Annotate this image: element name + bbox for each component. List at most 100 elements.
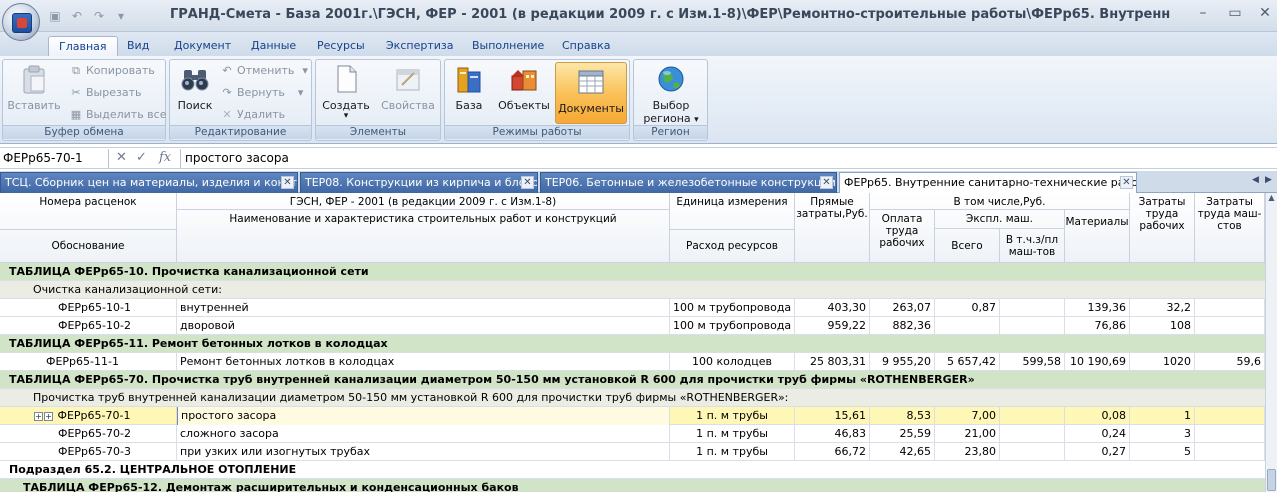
table-row[interactable]: ТАБЛИЦА ФЕРр65-10. Прочистка канализацио… [0,263,1265,281]
expand-icon[interactable]: + [34,412,43,421]
function-icon[interactable]: fx [159,150,171,165]
group-region: Выбор региона ▾ Регион [633,59,708,141]
tab-home[interactable]: Главная [48,36,118,56]
header-name[interactable]: Наименование и характеристика строительн… [177,210,670,263]
table-row[interactable]: ТАБЛИЦА ФЕРр65-11. Ремонт бетонных лотко… [0,335,1265,353]
doc-tab-ter08[interactable]: ТЕР08. Конструкции из кирпича и блоков ✕ [300,172,538,193]
table-row[interactable]: Подраздел 65.2. ЦЕНТРАЛЬНОЕ ОТОПЛЕНИЕ [0,461,1265,479]
table-row[interactable]: ФЕРр65-10-2 дворовой 100 м трубопровода … [0,317,1265,335]
minimize-icon[interactable]: – [1192,5,1214,21]
cancel-icon[interactable]: ✕ [116,150,127,165]
header-resource-use[interactable]: Расход ресурсов [670,230,795,263]
table-row[interactable]: ТАБЛИЦА ФЕРр65-70. Прочистка труб внутре… [0,371,1265,389]
cut-button[interactable]: ✂ Вырезать [69,84,141,102]
header-labor-workers[interactable]: Затраты труда рабочих [1130,193,1195,263]
doc-tab-ter06[interactable]: ТЕР06. Бетонные и железобетонные констру… [540,172,837,193]
chevron-down-icon: ▾ [297,86,304,99]
table-row[interactable]: Прочистка труб внутренней канализации ди… [0,389,1265,407]
ribbon-tabs: Главная Вид Документ Данные Ресурсы Эксп… [0,32,1277,56]
scroll-thumb[interactable] [1267,469,1276,491]
header-total[interactable]: Всего [935,229,1000,263]
properties-button[interactable]: Свойства [378,63,438,112]
base-button[interactable]: База [449,63,489,112]
chevron-down-icon: ▾ [343,111,349,121]
group-label-region: Регион [634,125,707,139]
maximize-icon[interactable]: ▭ [1224,5,1246,21]
delete-button[interactable]: ✕ Удалить [220,106,285,124]
group-elements: Создать ▾ Свойства Элементы [315,59,441,141]
header-basis[interactable]: Обоснование [0,230,177,263]
close-tab-icon[interactable]: ✕ [1120,176,1133,189]
group-editing: Поиск ↶ Отменить ▾ ↷ Вернуть ▾ ✕ Удалить Реда… [169,59,312,141]
select-region-button[interactable]: Выбор региона ▾ [638,63,704,127]
redo-button[interactable]: ↷ Вернуть ▾ [220,84,303,102]
table-row[interactable]: Очистка канализационной сети: [0,281,1265,299]
tab-resources[interactable]: Ресурсы [307,36,375,56]
table-row[interactable]: ТАБЛИЦА ФЕРр65-12. Демонтаж расширительн… [0,479,1265,492]
title-bar: ▣ ↶ ↷ ▾ ГРАНД-Смета - База 2001г.\ГЭСН, … [0,0,1277,32]
close-tab-icon[interactable]: ✕ [521,176,534,189]
paste-button[interactable]: Вставить [7,63,61,112]
header-incl-machinists[interactable]: В т.ч.з/пл маш-тов [1000,229,1065,263]
group-label-editing: Редактирование [170,125,311,139]
copy-icon: ⧉ [72,64,80,77]
header-labor-pay[interactable]: Оплата труда рабочих [870,210,935,263]
confirm-icon[interactable]: ✓ [136,150,147,165]
table-row[interactable]: ФЕРр65-11-1 Ремонт бетонных лотков в кол… [0,353,1265,371]
app-logo-icon[interactable] [2,3,40,41]
rates-grid: ТАБЛИЦА ФЕРр65-10. Прочистка канализацио… [0,263,1277,492]
tab-scroll-right-icon[interactable]: ▶ [1265,175,1272,185]
save-icon[interactable]: ▣ [46,8,64,24]
create-button[interactable]: Создать ▾ [320,63,372,121]
table-row[interactable]: ФЕРр65-70-2 сложного засора 1 п. м трубы… [0,425,1265,443]
table-row-selected[interactable]: + + ФЕРр65-70-1 простого засора 1 п. м тр… [0,407,1265,425]
select-all-button[interactable]: ▦ Выделить все [69,106,167,124]
header-rate-numbers[interactable]: Номера расценок [0,193,177,230]
group-modes: База Объекты Документы Режимы работы [444,59,630,141]
vertical-scrollbar[interactable]: ▲ [1265,193,1277,492]
qat-dropdown-icon[interactable]: ▾ [112,8,130,24]
redo-icon[interactable]: ↷ [90,8,108,24]
chevron-down-icon: ▾ [302,64,308,77]
copy-button[interactable]: ⧉ Копировать [69,62,155,80]
doc-tab-tsc[interactable]: ТСЦ. Сборник цен на материалы, изделия и… [0,172,298,193]
doc-tab-ferr65[interactable]: ФЕРр65. Внутренние санитарно-технические… [839,172,1137,193]
table-row[interactable]: ФЕРр65-10-1 внутренней 100 м трубопровод… [0,299,1265,317]
name-box[interactable]: ФЕРр65-70-1 [0,149,109,168]
search-button[interactable]: Поиск [173,63,217,112]
group-label-elements: Элементы [316,125,440,139]
header-direct-costs[interactable]: Прямые затраты,Руб. [795,193,870,263]
group-label-modes: Режимы работы [445,125,629,139]
header-unit[interactable]: Единица измерения [670,193,795,230]
tab-scroll-left-icon[interactable]: ◀ [1252,175,1259,185]
scroll-up-icon[interactable]: ▲ [1266,193,1277,205]
tab-data[interactable]: Данные [241,36,306,56]
formula-input[interactable]: простого засора [180,149,1276,168]
expand-icon[interactable]: + [44,412,53,421]
database-icon [453,63,485,95]
close-tab-icon[interactable]: ✕ [820,176,833,189]
header-machine-ops: Экспл. маш. [935,210,1065,229]
redo-icon: ↷ [222,86,232,99]
globe-icon [655,63,687,95]
tab-document[interactable]: Документ [164,36,241,56]
formula-bar: ФЕРр65-70-1 ✕ ✓ fx простого засора [0,147,1277,169]
tab-expertise[interactable]: Экспертиза [376,36,463,56]
tab-view[interactable]: Вид [117,36,159,56]
documents-button[interactable]: Документы [555,62,627,124]
header-labor-machinists[interactable]: Затраты труда маш-стов [1195,193,1265,263]
group-clipboard: Вставить ⧉ Копировать ✂ Вырезать ▦ Выделить… [2,59,166,141]
scissors-icon: ✂ [71,86,81,99]
header-gesn: ГЭСН, ФЕР - 2001 (в редакции 2009 г. с И… [177,193,670,210]
close-tab-icon[interactable]: ✕ [281,176,294,189]
objects-button[interactable]: Объекты [495,63,553,112]
undo-button[interactable]: ↶ Отменить ▾ [220,62,308,80]
undo-icon[interactable]: ↶ [68,8,86,24]
tab-execution[interactable]: Выполнение [462,36,554,56]
table-row[interactable]: ФЕРр65-70-3 при узких или изогнутых труб… [0,443,1265,461]
group-label-clipboard: Буфер обмена [3,125,165,139]
close-icon[interactable]: ✕ [1254,5,1276,21]
header-materials[interactable]: Материалы [1065,210,1130,263]
select-all-icon: ▦ [70,108,82,121]
tab-help[interactable]: Справка [552,36,620,56]
